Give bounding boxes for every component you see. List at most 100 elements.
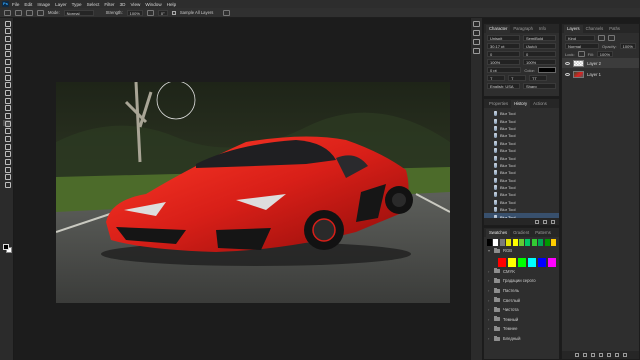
swatch-folder[interactable]: › Чистота (484, 305, 559, 315)
antialias-select[interactable]: Sharp (523, 83, 556, 89)
tab-paths[interactable]: Paths (606, 25, 623, 33)
healing-tool-icon[interactable] (3, 74, 11, 81)
swatch-folder[interactable]: › Темный (484, 315, 559, 325)
clone-stamp-tool-icon[interactable] (3, 89, 11, 96)
eyedropper-tool-icon[interactable] (3, 66, 11, 73)
pen-tool-icon[interactable] (3, 135, 11, 142)
snapshot-icon[interactable] (535, 219, 539, 224)
lasso-tool-icon[interactable] (3, 35, 11, 43)
swatch[interactable] (512, 239, 518, 246)
tab-gradient[interactable]: Gradient (510, 229, 532, 237)
brush-panel-icon[interactable] (473, 21, 480, 27)
swatch[interactable] (493, 239, 499, 246)
sample-all-layers-checkbox[interactable] (171, 10, 176, 15)
swatch[interactable] (487, 239, 492, 246)
tab-info[interactable]: Info (536, 25, 549, 33)
menu-edit[interactable]: Edit (24, 2, 32, 7)
swatch[interactable] (531, 239, 537, 246)
chevron-right-icon[interactable]: › (488, 317, 491, 322)
caps-style-button[interactable]: TT (529, 75, 547, 81)
link-icon[interactable] (574, 353, 579, 357)
swatch[interactable] (551, 239, 556, 246)
tab-patterns[interactable]: Patterns (532, 229, 554, 237)
tab-swatches[interactable]: Swatches (486, 229, 511, 237)
lock-icon[interactable] (577, 51, 585, 57)
tab-layers[interactable]: Layers (564, 25, 583, 33)
font-size-field[interactable]: 30,17 pt (487, 43, 520, 49)
chevron-right-icon[interactable]: › (488, 336, 491, 341)
history-item[interactable]: Blur Tool (484, 154, 559, 161)
dodge-tool-icon[interactable] (3, 127, 11, 135)
text-color-swatch[interactable] (538, 67, 556, 73)
bold-style-button[interactable]: T (487, 75, 505, 81)
fx-icon[interactable] (582, 353, 587, 357)
menu-select[interactable]: Select (87, 2, 100, 7)
history-item[interactable]: Blur Tool (484, 110, 559, 117)
menu-window[interactable]: Window (145, 2, 161, 7)
layer-row[interactable]: Layer 1 (562, 69, 639, 79)
menu-view[interactable]: View (130, 2, 140, 7)
swatch-folder[interactable]: › Светлый (484, 295, 559, 305)
crop-tool-icon[interactable] (3, 50, 11, 58)
path-select-tool-icon[interactable] (3, 150, 11, 158)
strength-field[interactable]: 100% (126, 9, 143, 16)
history-item[interactable]: Blur Tool (484, 177, 559, 184)
history-item[interactable]: Blur Tool (484, 140, 559, 147)
baseline-shift-field[interactable]: 0 pt (487, 67, 522, 73)
foreground-color[interactable] (3, 244, 9, 250)
opacity-field[interactable]: 100% (619, 43, 636, 49)
font-style-select[interactable]: SemiBold (523, 35, 556, 41)
fill-field[interactable]: 100% (596, 51, 614, 57)
history-item[interactable]: Blur Tool (484, 132, 559, 139)
rectangle-tool-icon[interactable] (3, 158, 11, 166)
chevron-right-icon[interactable]: › (488, 269, 491, 274)
swatch[interactable] (547, 257, 557, 267)
menu-image[interactable]: Image (37, 2, 50, 7)
photoshop-logo[interactable]: Ps (2, 1, 9, 7)
pressure-icon[interactable] (223, 9, 231, 16)
document-canvas[interactable] (56, 82, 450, 303)
blur-tool-icon[interactable] (2, 119, 11, 127)
history-item[interactable]: Blur Tool (484, 125, 559, 132)
swatch[interactable] (517, 257, 527, 267)
brush-preset-icon[interactable] (26, 9, 33, 16)
layer-filter-select[interactable]: Kind (565, 35, 595, 41)
swatch-folder[interactable]: › CMYK (484, 267, 559, 277)
quick-select-tool-icon[interactable] (3, 43, 11, 50)
swatch[interactable] (538, 239, 544, 246)
swatch[interactable] (525, 239, 531, 246)
chevron-right-icon[interactable]: › (488, 288, 491, 293)
swatch[interactable] (544, 239, 550, 246)
history-item[interactable]: Blur Tool (484, 117, 559, 124)
history-brush-tool-icon[interactable] (3, 97, 11, 104)
language-select[interactable]: English: USA (487, 83, 520, 89)
horizontal-scale-field[interactable]: 100% (523, 59, 556, 65)
tab-actions[interactable]: Actions (530, 100, 550, 108)
character-panel-icon[interactable] (473, 39, 480, 45)
chevron-right-icon[interactable]: › (488, 307, 491, 312)
history-item[interactable]: Blur Tool (484, 191, 559, 198)
angle-field[interactable]: 0° (157, 9, 168, 16)
mode-select[interactable]: Normal (63, 9, 94, 16)
swatch-folder[interactable]: › Бледный (484, 334, 559, 344)
swatch[interactable] (498, 257, 507, 267)
brush-tool-icon[interactable] (3, 81, 11, 89)
frame-tool-icon[interactable] (3, 58, 11, 66)
chevron-down-icon[interactable]: ▾ (488, 248, 491, 253)
tab-paragraph[interactable]: Paragraph (510, 25, 536, 33)
tab-properties[interactable]: Properties (486, 100, 511, 108)
history-item[interactable]: Blur Tool (484, 162, 559, 169)
swatch[interactable] (519, 239, 524, 246)
camera-icon[interactable] (543, 219, 547, 224)
kerning-field[interactable]: 0 (487, 51, 520, 57)
blur-tool-icon[interactable] (15, 9, 22, 16)
eye-icon[interactable] (565, 61, 570, 65)
filter-type-icon[interactable] (608, 35, 615, 41)
swatch[interactable] (537, 257, 547, 267)
font-family-select[interactable]: Unispit (487, 35, 520, 41)
menu-file[interactable]: File (12, 2, 19, 7)
filter-pixel-icon[interactable] (598, 35, 605, 41)
italic-style-button[interactable]: T (508, 75, 526, 81)
swatch[interactable] (507, 257, 517, 267)
trash-icon[interactable] (551, 219, 555, 224)
